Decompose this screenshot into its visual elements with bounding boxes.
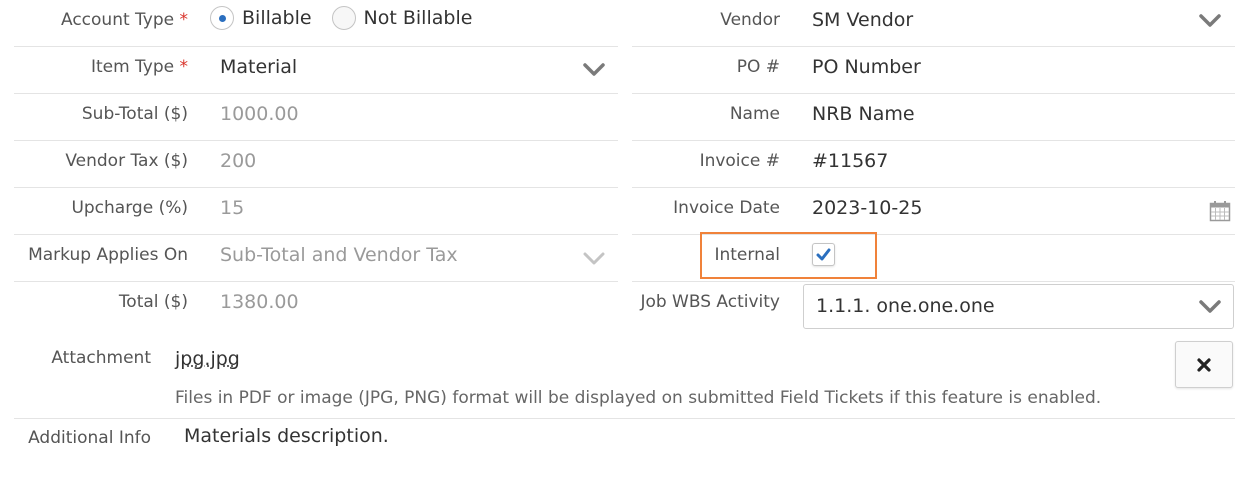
billable-radio-label[interactable]: Billable <box>242 7 312 29</box>
sub-total-row: Sub-Total ($) 1000.00 <box>14 94 618 141</box>
total-label: Total ($) <box>118 292 188 312</box>
total-row: Total ($) 1380.00 <box>14 282 618 329</box>
invoice-date-input[interactable]: 2023-10-25 <box>812 188 922 235</box>
item-type-label: Item Type * <box>90 57 189 77</box>
calendar-icon[interactable] <box>1209 200 1231 222</box>
account-type-label: Account Type * <box>61 10 189 30</box>
attachment-help-text: Files in PDF or image (JPG, PNG) format … <box>175 388 1102 408</box>
sub-total-value: 1000.00 <box>220 103 299 125</box>
vendor-tax-row: Vendor Tax ($) 200 <box>14 141 618 188</box>
item-type-row[interactable]: Item Type * Material <box>14 47 618 94</box>
remove-attachment-button[interactable] <box>1175 341 1233 388</box>
chevron-down-icon <box>583 252 605 265</box>
account-type-radio-group: Billable Not Billable <box>210 6 492 30</box>
invoice-number-input[interactable]: #11567 <box>812 141 888 188</box>
vendor-tax-label: Vendor Tax ($) <box>65 151 188 171</box>
account-type-row: Account Type * Billable Not Billable <box>14 0 618 47</box>
name-row: Name NRB Name <box>632 94 1235 141</box>
job-wbs-activity-select[interactable]: 1.1.1. one.one.one <box>803 284 1234 329</box>
chevron-down-icon[interactable] <box>1199 14 1221 28</box>
additional-info-value[interactable]: Materials description. <box>184 425 389 447</box>
billable-radio[interactable] <box>210 6 234 30</box>
not-billable-radio-label[interactable]: Not Billable <box>364 7 473 29</box>
job-wbs-activity-value: 1.1.1. one.one.one <box>816 295 995 317</box>
vendor-label: Vendor <box>720 10 780 30</box>
total-value: 1380.00 <box>220 291 299 313</box>
invoice-number-row: Invoice # #11567 <box>632 141 1235 188</box>
invoice-date-label: Invoice Date <box>673 198 780 218</box>
name-input[interactable]: NRB Name <box>812 94 915 141</box>
internal-highlight-box <box>700 232 877 279</box>
chevron-down-icon[interactable] <box>583 63 605 77</box>
attachment-file-link[interactable]: jpg.jpg <box>175 348 240 370</box>
po-number-input[interactable]: PO Number <box>812 47 921 94</box>
po-number-label: PO # <box>736 57 780 77</box>
vendor-row[interactable]: Vendor SM Vendor <box>632 0 1235 47</box>
markup-applies-on-select: Sub-Total and Vendor Tax <box>220 244 458 266</box>
po-number-row: PO # PO Number <box>632 47 1235 94</box>
attachment-label: Attachment <box>51 348 151 368</box>
invoice-date-row: Invoice Date 2023-10-25 <box>632 188 1235 235</box>
upcharge-value: 15 <box>220 197 245 219</box>
close-icon <box>1197 357 1211 372</box>
upcharge-row: Upcharge (%) 15 <box>14 188 618 235</box>
job-wbs-activity-label: Job WBS Activity <box>640 292 780 312</box>
vendor-select[interactable]: SM Vendor <box>812 0 913 47</box>
required-mark: * <box>179 57 189 77</box>
sub-total-label: Sub-Total ($) <box>81 104 188 124</box>
not-billable-radio[interactable] <box>331 6 356 30</box>
invoice-number-label: Invoice # <box>699 151 780 171</box>
required-mark: * <box>179 10 189 30</box>
job-wbs-activity-row: Job WBS Activity 1.1.1. one.one.one <box>632 282 1235 329</box>
vendor-tax-value: 200 <box>220 150 257 172</box>
markup-applies-on-row: Markup Applies On Sub-Total and Vendor T… <box>14 235 618 282</box>
item-type-select[interactable]: Material <box>220 47 297 94</box>
upcharge-label: Upcharge (%) <box>71 198 188 218</box>
section-divider <box>14 418 1235 419</box>
chevron-down-icon[interactable] <box>1199 300 1221 314</box>
left-form-column: Account Type * Billable Not Billable Ite… <box>14 0 618 329</box>
markup-applies-on-label: Markup Applies On <box>28 245 188 265</box>
right-form-column: Vendor SM Vendor PO # PO Number Name NRB… <box>632 0 1235 329</box>
name-label: Name <box>729 104 780 124</box>
additional-info-label: Additional Info <box>28 428 151 448</box>
